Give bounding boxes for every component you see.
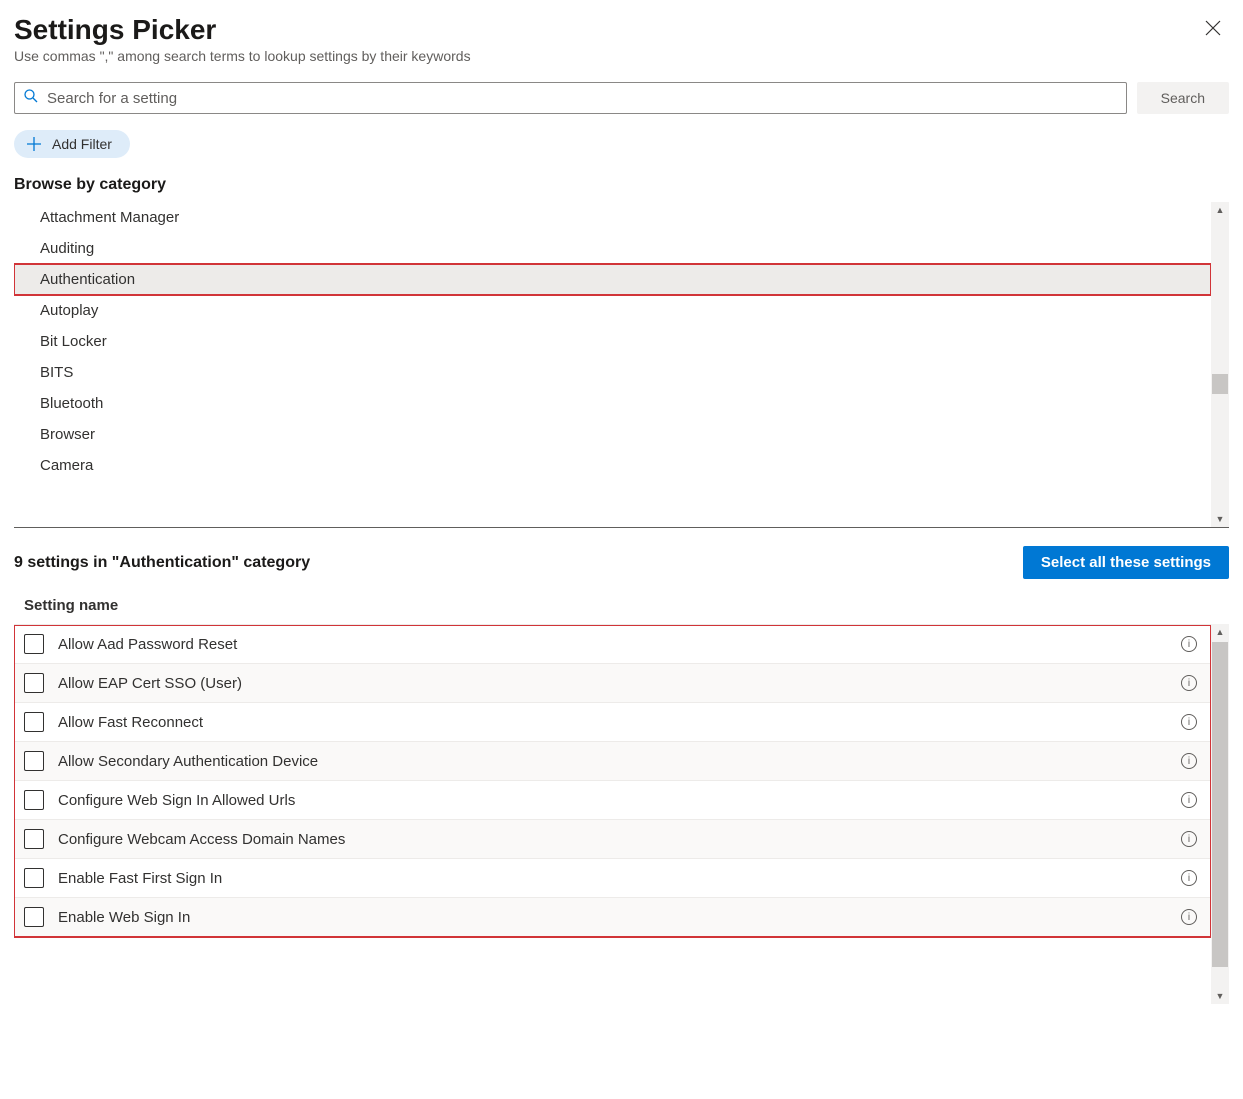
page-title: Settings Picker	[14, 14, 471, 46]
category-item[interactable]: Autoplay	[14, 295, 1211, 326]
setting-checkbox[interactable]	[24, 790, 44, 810]
category-item[interactable]: Camera	[14, 450, 1211, 481]
info-icon[interactable]: i	[1181, 675, 1197, 691]
setting-name-label: Allow Fast Reconnect	[58, 714, 1167, 731]
setting-checkbox[interactable]	[24, 634, 44, 654]
setting-name-label: Configure Webcam Access Domain Names	[58, 831, 1167, 848]
setting-row[interactable]: Allow Fast Reconnect i	[14, 703, 1211, 742]
setting-row[interactable]: Allow Aad Password Reset i	[14, 625, 1211, 664]
search-icon	[23, 88, 39, 109]
setting-checkbox[interactable]	[24, 673, 44, 693]
scroll-up-icon[interactable]: ▲	[1211, 624, 1229, 640]
category-item[interactable]: Browser	[14, 419, 1211, 450]
close-button[interactable]	[1197, 14, 1229, 46]
scroll-up-icon[interactable]: ▲	[1211, 202, 1229, 218]
settings-count-label: 9 settings in "Authentication" category	[14, 554, 310, 572]
category-item[interactable]: Attachment Manager	[14, 202, 1211, 233]
page-subtitle: Use commas "," among search terms to loo…	[14, 48, 471, 64]
info-icon[interactable]: i	[1181, 753, 1197, 769]
scroll-down-icon[interactable]: ▼	[1211, 511, 1229, 527]
setting-row[interactable]: Allow Secondary Authentication Device i	[14, 742, 1211, 781]
category-list[interactable]: Attachment ManagerAuditingAuthentication…	[14, 202, 1229, 527]
setting-checkbox[interactable]	[24, 907, 44, 927]
setting-row[interactable]: Configure Webcam Access Domain Names i	[14, 820, 1211, 859]
plus-icon	[26, 136, 42, 152]
setting-name-label: Enable Fast First Sign In	[58, 870, 1167, 887]
category-item[interactable]: Authentication	[14, 264, 1211, 295]
info-icon[interactable]: i	[1181, 636, 1197, 652]
search-box[interactable]	[14, 82, 1127, 114]
setting-name-label: Configure Web Sign In Allowed Urls	[58, 792, 1167, 809]
scroll-thumb[interactable]	[1212, 642, 1228, 967]
setting-name-label: Allow Secondary Authentication Device	[58, 753, 1167, 770]
setting-name-label: Allow Aad Password Reset	[58, 636, 1167, 653]
info-icon[interactable]: i	[1181, 792, 1197, 808]
setting-row[interactable]: Enable Fast First Sign In i	[14, 859, 1211, 898]
info-icon[interactable]: i	[1181, 909, 1197, 925]
close-icon	[1205, 19, 1221, 42]
category-item[interactable]: Bluetooth	[14, 388, 1211, 419]
search-input[interactable]	[39, 86, 1118, 111]
setting-checkbox[interactable]	[24, 829, 44, 849]
select-all-button[interactable]: Select all these settings	[1023, 546, 1229, 579]
add-filter-label: Add Filter	[52, 136, 112, 152]
category-item[interactable]: Bit Locker	[14, 326, 1211, 357]
column-header-setting-name: Setting name	[14, 591, 1229, 624]
setting-name-label: Allow EAP Cert SSO (User)	[58, 675, 1167, 692]
category-item[interactable]: BITS	[14, 357, 1211, 388]
setting-row[interactable]: Configure Web Sign In Allowed Urls i	[14, 781, 1211, 820]
scroll-down-icon[interactable]: ▼	[1211, 988, 1229, 1004]
setting-name-label: Enable Web Sign In	[58, 909, 1167, 926]
add-filter-button[interactable]: Add Filter	[14, 130, 130, 158]
setting-row[interactable]: Enable Web Sign In i	[14, 898, 1211, 937]
setting-checkbox[interactable]	[24, 868, 44, 888]
settings-list[interactable]: Allow Aad Password ResetiAllow EAP Cert …	[14, 624, 1229, 1004]
setting-checkbox[interactable]	[24, 751, 44, 771]
scrollbar[interactable]: ▲ ▼	[1211, 202, 1229, 527]
setting-row[interactable]: Allow EAP Cert SSO (User) i	[14, 664, 1211, 703]
scroll-thumb[interactable]	[1212, 374, 1228, 394]
info-icon[interactable]: i	[1181, 870, 1197, 886]
search-button[interactable]: Search	[1137, 82, 1229, 114]
category-item[interactable]: Auditing	[14, 233, 1211, 264]
scrollbar[interactable]: ▲ ▼	[1211, 624, 1229, 1004]
setting-checkbox[interactable]	[24, 712, 44, 732]
info-icon[interactable]: i	[1181, 714, 1197, 730]
browse-heading: Browse by category	[14, 176, 1229, 194]
info-icon[interactable]: i	[1181, 831, 1197, 847]
